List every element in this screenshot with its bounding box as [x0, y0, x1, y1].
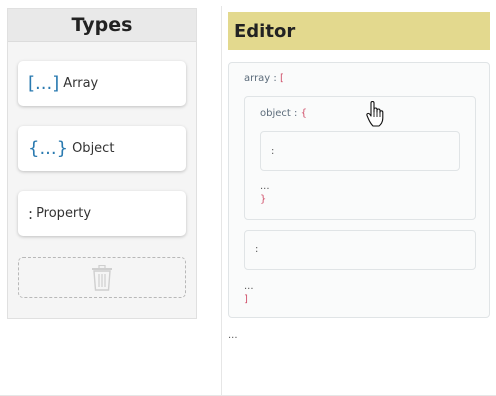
object-ellipsis: ... — [260, 181, 270, 192]
property-icon: : — [28, 204, 34, 223]
object-icon: {...} — [28, 138, 69, 159]
types-panel: Types [...] Array {...} Object : Propert… — [7, 8, 197, 319]
type-card-array[interactable]: [...] Array — [18, 61, 186, 106]
editor-title: Editor — [234, 20, 296, 42]
root-ellipsis: ... — [228, 330, 238, 341]
object-key: object — [260, 108, 291, 119]
array-open-bracket: [ — [279, 73, 284, 84]
array-node-header: array : [ — [244, 73, 284, 84]
type-card-label: Object — [72, 141, 115, 156]
object-open-brace: { — [300, 108, 307, 119]
trash-drop-zone[interactable] — [18, 257, 186, 298]
object-node[interactable]: object : { : ... } — [244, 96, 476, 220]
object-node-header: object : { — [260, 108, 307, 119]
array-property-node[interactable]: : — [244, 230, 476, 270]
type-card-label: Property — [36, 206, 92, 221]
types-header: Types — [8, 9, 196, 42]
type-card-label: Array — [63, 76, 99, 91]
array-key: array — [244, 73, 271, 84]
types-title: Types — [71, 14, 133, 36]
object-close-brace: } — [260, 194, 267, 205]
editor-header: Editor — [228, 12, 490, 50]
object-sep: : — [290, 108, 301, 119]
type-card-property[interactable]: : Property — [18, 191, 186, 236]
array-sep: : — [270, 73, 280, 84]
property-colon: : — [271, 146, 275, 157]
hand-cursor-icon — [366, 101, 384, 127]
panel-divider — [221, 6, 222, 396]
array-close-bracket: ] — [244, 294, 248, 305]
property-colon: : — [255, 244, 259, 255]
array-node[interactable]: array : [ object : { : ... } : ... ] — [228, 62, 490, 318]
array-icon: [...] — [28, 73, 60, 94]
trash-icon — [92, 264, 112, 291]
object-property-node[interactable]: : — [260, 131, 460, 171]
type-card-object[interactable]: {...} Object — [18, 126, 186, 171]
array-ellipsis: ... — [244, 281, 254, 292]
